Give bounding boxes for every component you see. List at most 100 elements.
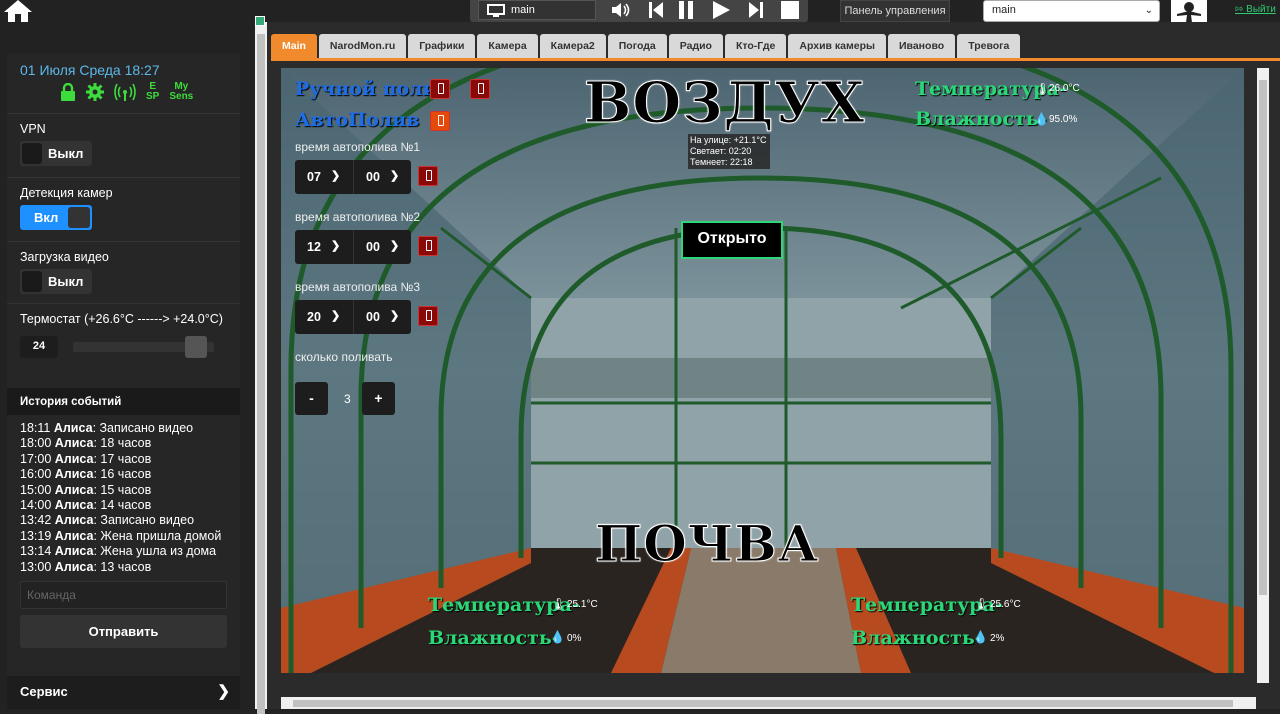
history-author: Алиса xyxy=(54,528,94,543)
auto-time-1-minute[interactable]: 00 ❯ xyxy=(353,160,411,194)
volume-icon[interactable] xyxy=(610,1,632,19)
history-text: : 14 часов xyxy=(93,498,152,513)
tab-0[interactable]: Main xyxy=(271,34,317,58)
sens-label: Sens xyxy=(169,91,194,102)
tab-bar: Main NarodMon.ru Графики Камера Камера2 Погод… xyxy=(271,34,1021,58)
history-time: 13:42 xyxy=(20,513,52,528)
send-button[interactable]: Отправить xyxy=(20,615,227,649)
thermostat-slider[interactable] xyxy=(73,336,214,358)
lock-icon[interactable] xyxy=(60,83,76,101)
auto-time-2-hour[interactable]: 12 ❯ xyxy=(295,230,353,264)
vpn-toggle[interactable]: Выкл xyxy=(20,141,92,166)
manual-watering-button-2[interactable] xyxy=(470,79,490,99)
auto-time-1: 07 ❯ 00 ❯ xyxy=(295,160,411,194)
esp-sp-label: SP xyxy=(146,91,160,102)
greenhouse-scene: ВОЗДУХ ПОЧВА Ручной полив АвтоПолив Темп… xyxy=(281,68,1244,673)
home-icon[interactable] xyxy=(2,0,34,27)
date-time: 01 Июля Среда 18:27 xyxy=(20,62,160,78)
play-icon[interactable] xyxy=(710,0,732,20)
command-input[interactable]: Команда xyxy=(20,581,227,610)
logout-link[interactable]: ⇰ Выйти xyxy=(1235,4,1276,15)
previous-icon[interactable] xyxy=(646,0,666,20)
control-panel-button[interactable]: Панель управления xyxy=(840,0,950,22)
thermostat-slider-handle[interactable] xyxy=(184,336,207,358)
main-content: Main NarodMon.ru Графики Камера Камера2 Погод… xyxy=(255,16,1280,709)
history-author: Алиса xyxy=(54,436,94,451)
thermostat-label: Термостат (+26.6°C ------> +24.0°C) xyxy=(20,312,223,326)
air-temp-value: 26.0°C xyxy=(1049,83,1080,94)
auto-time-3-label: время автополива №3 xyxy=(295,280,421,294)
tab-7[interactable]: Кто-Где xyxy=(724,34,787,58)
history-item: 16:00 Алиса: 16 часов xyxy=(20,467,227,482)
page-scrollbar[interactable] xyxy=(255,22,267,714)
history-text: : Записано видео xyxy=(93,513,195,528)
tab-9[interactable]: Иваново xyxy=(887,34,956,58)
stop-icon[interactable] xyxy=(780,0,800,20)
soil-right-humidity-label: Влажность- xyxy=(851,627,983,649)
thermometer-icon: 🌡 xyxy=(974,597,990,611)
video-upload-label: Загрузка видео xyxy=(20,250,109,264)
thermometer-icon: 🌡 xyxy=(551,597,567,611)
page-select-value: main xyxy=(992,4,1016,16)
sunrise-time: Светает: 02:20 xyxy=(690,146,752,156)
auto-time-3-minute-value: 00 xyxy=(366,310,380,324)
screen-select[interactable]: main xyxy=(478,0,596,20)
wireless-icon[interactable] xyxy=(114,83,136,101)
increase-button[interactable]: + xyxy=(362,382,395,415)
history-time: 18:11 xyxy=(20,421,51,435)
history-item: 13:14 Алиса: Жена ушла из дома xyxy=(20,544,227,559)
manual-watering-button-1[interactable] xyxy=(430,79,450,99)
history-author: Алиса xyxy=(54,467,94,482)
video-upload-toggle[interactable]: Выкл xyxy=(20,269,92,294)
tab-8[interactable]: Архив камеры xyxy=(788,34,886,58)
auto-time-1-button[interactable] xyxy=(418,166,438,186)
vpn-label: VPN xyxy=(20,122,46,136)
next-icon[interactable] xyxy=(746,0,766,20)
tab-4[interactable]: Камера2 xyxy=(539,34,606,58)
tab-6[interactable]: Радио xyxy=(668,34,723,58)
horizontal-scrollbar[interactable] xyxy=(281,697,1256,709)
auto-time-3-hour[interactable]: 20 ❯ xyxy=(295,300,353,334)
history-time: 15:00 xyxy=(20,482,52,497)
watering-amount-label: сколько поливать xyxy=(295,350,393,364)
sidebar: 01 Июля Среда 18:27 E SP My Sens VPN Выкл … xyxy=(7,53,240,709)
decrease-button[interactable]: - xyxy=(295,382,328,415)
auto-time-2: 12 ❯ 00 ❯ xyxy=(295,230,411,264)
logout-icon: ⇰ xyxy=(1235,4,1244,15)
watering-amount-value: 3 xyxy=(344,392,351,406)
history-item: 15:00 Алиса: 15 часов xyxy=(20,483,227,498)
history-author: Алиса xyxy=(53,421,93,435)
page-select[interactable]: main ⌄ xyxy=(983,0,1160,22)
camera-detect-toggle[interactable]: Вкл xyxy=(20,205,92,230)
auto-watering-button[interactable] xyxy=(430,111,450,131)
chevron-down-icon: ❯ xyxy=(390,170,400,182)
auto-time-2-label: время автополива №2 xyxy=(295,210,421,224)
tab-2[interactable]: Графики xyxy=(408,34,476,58)
service-menu[interactable]: Сервис ❯ xyxy=(7,676,240,709)
camera-detect-block: Детекция камер Вкл xyxy=(7,178,240,242)
auto-time-3-button[interactable] xyxy=(418,306,438,326)
tab-10[interactable]: Тревога xyxy=(957,34,1021,58)
mysensors-status[interactable]: My Sens xyxy=(169,82,193,102)
chevron-down-icon: ❯ xyxy=(331,240,341,252)
content-scrollbar[interactable] xyxy=(1257,68,1269,683)
auto-time-3-minute[interactable]: 00 ❯ xyxy=(353,300,411,334)
soil-left-humidity-label: Влажность- xyxy=(428,627,560,649)
street-temp: На улице: +21.1°C xyxy=(690,135,767,145)
auto-time-2-minute-value: 00 xyxy=(366,240,380,254)
soil-right-temp-value: 25.6°C xyxy=(990,599,1021,610)
auto-time-2-button[interactable] xyxy=(418,236,438,256)
history-author: Алиса xyxy=(54,544,94,559)
history-list: 18:11 Алиса: Записано видео 18:00 Алиса: … xyxy=(7,415,240,577)
auto-time-1-hour[interactable]: 07 ❯ xyxy=(295,160,353,194)
tab-5[interactable]: Погода xyxy=(607,34,667,58)
tab-3[interactable]: Камера xyxy=(477,34,538,58)
auto-time-1-label: время автополива №1 xyxy=(295,140,421,154)
gear-icon[interactable] xyxy=(86,83,104,101)
history-text: : Записано видео xyxy=(92,421,194,435)
tab-1[interactable]: NarodMon.ru xyxy=(318,34,407,58)
auto-time-2-minute[interactable]: 00 ❯ xyxy=(353,230,411,264)
esp-status[interactable]: E SP xyxy=(146,82,159,102)
pause-icon[interactable] xyxy=(676,0,696,20)
logout-label: Выйти xyxy=(1246,4,1276,15)
